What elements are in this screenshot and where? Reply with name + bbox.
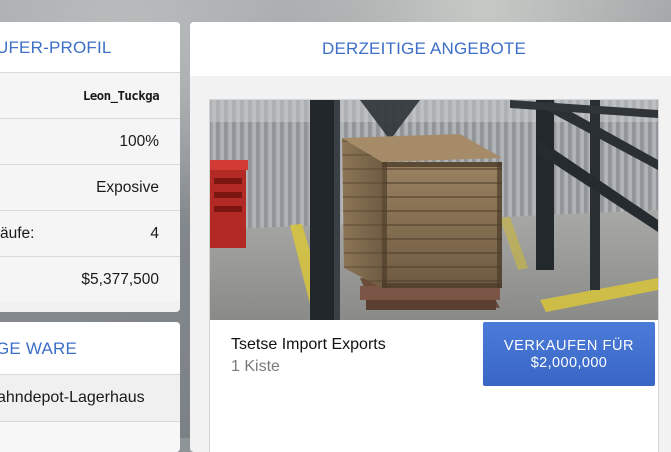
buyer-profile-panel: UFER-PROFIL Leon_Tuckga 100% Exposive äu… (0, 22, 180, 312)
profile-label-sales: äufe: (0, 225, 35, 242)
goods-location-item[interactable]: ahndepot-Lagerhaus (0, 374, 180, 421)
offer-seller-name: Tsetse Import Exports (231, 336, 386, 353)
profile-row-sales: äufe: 4 (0, 210, 180, 256)
goods-panel: GE WARE ahndepot-Lagerhaus (0, 322, 180, 452)
profile-value-type: Exposive (96, 179, 159, 196)
sell-button-label: VERKAUFEN FÜR (503, 337, 635, 354)
profile-row-name: Leon_Tuckga (0, 72, 180, 118)
sell-button-price: $2,000,000 (530, 354, 608, 371)
sell-button[interactable]: VERKAUFEN FÜR $2,000,000 (483, 322, 655, 386)
profile-row-percent: 100% (0, 118, 180, 164)
profile-row-type: Exposive (0, 164, 180, 210)
profile-title: UFER-PROFIL (0, 22, 180, 72)
profile-value-name: Leon_Tuckga (82, 88, 160, 103)
profile-value-sales: 4 (150, 225, 159, 242)
goods-title: GE WARE (0, 322, 180, 374)
profile-row-earnings: $5,377,500 (0, 256, 180, 302)
profile-value-percent: 100% (119, 133, 159, 150)
crate-image (210, 100, 658, 320)
profile-value-earnings: $5,377,500 (81, 271, 159, 288)
offer-quantity: 1 Kiste (231, 358, 280, 375)
goods-location-item-2[interactable] (0, 421, 180, 452)
current-offers-panel: DERZEITIGE ANGEBOTE Tsetse Import Export… (190, 22, 671, 452)
offers-title: DERZEITIGE ANGEBOTE (190, 22, 671, 76)
offer-card: Tsetse Import Exports 1 Kiste VERKAUFEN … (209, 99, 659, 452)
